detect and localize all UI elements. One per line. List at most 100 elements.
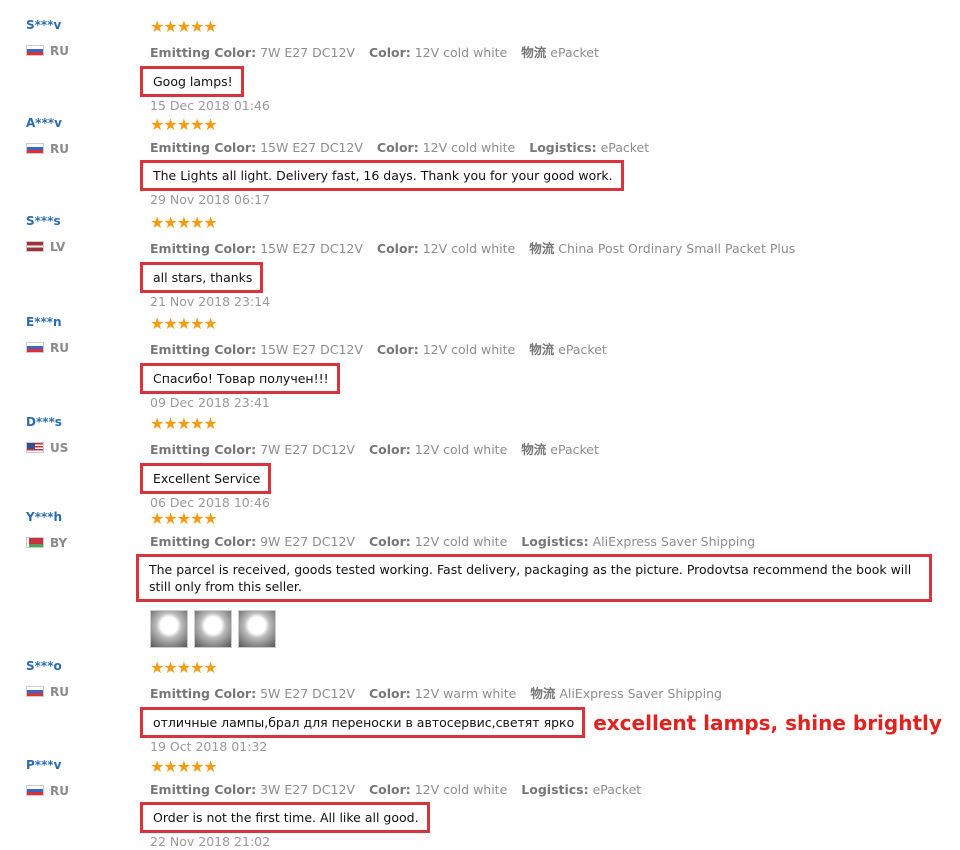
flag-icon xyxy=(26,537,44,548)
flag-icon xyxy=(26,342,44,353)
reviewer-name[interactable]: D***s xyxy=(26,415,62,429)
reviewer-name[interactable]: Y***h xyxy=(26,510,62,524)
review-text: Order is not the first time. All like al… xyxy=(140,802,430,833)
attr-value: China Post Ordinary Small Packet Plus xyxy=(558,241,796,256)
attr-value: 7W E27 DC12V xyxy=(260,442,355,457)
review-text: all stars, thanks xyxy=(140,262,264,293)
review-text: Спасибо! Товар получен!!! xyxy=(140,363,340,394)
reviewer-country: RU xyxy=(26,784,69,798)
rating-stars: ★★★★★ xyxy=(150,17,218,36)
review-content: ★★★★★ Emitting Color: 7W E27 DC12V Color:… xyxy=(140,415,950,510)
attr-label: Color: xyxy=(368,782,411,797)
review-content: ★★★★★ Emitting Color: 7W E27 DC12V Color:… xyxy=(140,17,950,113)
reviewer-name[interactable]: S***o xyxy=(26,659,62,673)
rating-stars: ★★★★★ xyxy=(150,213,218,232)
attr-label: 物流 xyxy=(529,241,555,256)
attr-label: Color: xyxy=(376,140,419,155)
reviewer-name[interactable]: A***v xyxy=(26,116,62,130)
review-text: Excellent Service xyxy=(140,463,272,494)
attr-label: 物流 xyxy=(530,686,556,701)
order-attributes: Emitting Color: 15W E27 DC12V Color: 12V … xyxy=(150,140,950,155)
order-attributes: Emitting Color: 7W E27 DC12V Color: 12V c… xyxy=(150,42,950,61)
attr-label: Emitting Color: xyxy=(150,782,257,797)
rating-stars: ★★★★★ xyxy=(150,314,218,333)
review-date: 09 Dec 2018 23:41 xyxy=(150,395,270,410)
attr-label: Emitting Color: xyxy=(150,342,257,357)
flag-icon xyxy=(26,143,44,154)
reviewer-country: BY xyxy=(26,536,67,550)
review-content: ★★★★★ Emitting Color: 5W E27 DC12V Color:… xyxy=(140,659,950,754)
attr-value: 15W E27 DC12V xyxy=(260,140,363,155)
review-date: 15 Dec 2018 01:46 xyxy=(150,98,270,113)
review-date: 29 Nov 2018 06:17 xyxy=(150,192,271,207)
attr-label: Color: xyxy=(368,442,411,457)
reviewer-name[interactable]: P***v xyxy=(26,758,61,772)
flag-icon xyxy=(26,785,44,796)
attr-value: 7W E27 DC12V xyxy=(260,45,355,60)
reviewer-name[interactable]: S***s xyxy=(26,214,61,228)
review-photo-thumbnail[interactable] xyxy=(194,610,232,648)
attr-value: ePacket xyxy=(558,342,607,357)
order-attributes: Emitting Color: 9W E27 DC12V Color: 12V c… xyxy=(150,534,950,549)
reviewer-name[interactable]: E***n xyxy=(26,315,62,329)
order-attributes: Emitting Color: 15W E27 DC12V Color: 12V … xyxy=(150,339,950,358)
attr-value: ePacket xyxy=(550,45,599,60)
attr-label: Emitting Color: xyxy=(150,45,257,60)
review-text: Goog lamps! xyxy=(140,66,244,97)
country-code: RU xyxy=(50,44,69,58)
attr-value: ePacket xyxy=(550,442,599,457)
attr-value: 9W E27 DC12V xyxy=(260,534,355,549)
country-code: RU xyxy=(50,142,69,156)
review-photos xyxy=(150,610,950,648)
review-text: The parcel is received, goods tested wor… xyxy=(136,554,932,602)
attr-value: 12V warm white xyxy=(414,686,517,701)
attr-label: Emitting Color: xyxy=(150,686,257,701)
rating-stars: ★★★★★ xyxy=(150,509,218,528)
attr-value: 12V cold white xyxy=(422,140,516,155)
attr-value: ePacket xyxy=(600,140,650,155)
attr-label: Color: xyxy=(368,45,411,60)
translation-annotation: excellent lamps, shine brightly xyxy=(593,710,942,735)
country-code: RU xyxy=(50,685,69,699)
attr-label: Color: xyxy=(376,342,419,357)
attr-label: 物流 xyxy=(521,442,547,457)
attr-value: 15W E27 DC12V xyxy=(260,241,363,256)
review-content: ★★★★★ Emitting Color: 15W E27 DC12V Color… xyxy=(140,314,950,410)
attr-value: 12V cold white xyxy=(414,442,508,457)
flag-icon xyxy=(26,686,44,697)
attr-label: Emitting Color: xyxy=(150,442,257,457)
country-code: BY xyxy=(50,536,68,550)
attr-value: 12V cold white xyxy=(414,45,508,60)
attr-label: Color: xyxy=(368,686,411,701)
attr-value: AliExpress Saver Shipping xyxy=(592,534,756,549)
attr-label: 物流 xyxy=(529,342,555,357)
review-photo-thumbnail[interactable] xyxy=(150,610,188,648)
attr-value: 12V cold white xyxy=(422,342,516,357)
order-attributes: Emitting Color: 3W E27 DC12V Color: 12V c… xyxy=(150,782,950,797)
flag-icon xyxy=(26,241,44,252)
reviewer-name[interactable]: S***v xyxy=(26,18,61,32)
review-photo-thumbnail[interactable] xyxy=(238,610,276,648)
attr-value: 12V cold white xyxy=(422,241,516,256)
country-code: RU xyxy=(50,341,69,355)
attr-label: Emitting Color: xyxy=(150,241,257,256)
attr-label: Color: xyxy=(376,241,419,256)
rating-stars: ★★★★★ xyxy=(150,115,218,134)
flag-icon xyxy=(26,442,44,453)
country-code: LV xyxy=(50,240,66,254)
reviewer-country: RU xyxy=(26,341,69,355)
reviewer-country: US xyxy=(26,441,68,455)
review-content: ★★★★★ Emitting Color: 9W E27 DC12V Color:… xyxy=(136,509,950,648)
attr-label: Logistics: xyxy=(521,534,589,549)
attr-label: Emitting Color: xyxy=(150,534,257,549)
attr-label: Color: xyxy=(368,534,411,549)
attr-value: 15W E27 DC12V xyxy=(260,342,363,357)
reviewer-country: LV xyxy=(26,240,65,254)
reviewer-country: RU xyxy=(26,44,69,58)
review-date: 21 Nov 2018 23:14 xyxy=(150,294,271,309)
attr-value: 3W E27 DC12V xyxy=(260,782,355,797)
attr-label: Logistics: xyxy=(521,782,589,797)
review-text: отличные лампы,брал для переноски в авто… xyxy=(140,707,586,738)
attr-value: 12V cold white xyxy=(414,534,508,549)
order-attributes: Emitting Color: 7W E27 DC12V Color: 12V c… xyxy=(150,439,950,458)
